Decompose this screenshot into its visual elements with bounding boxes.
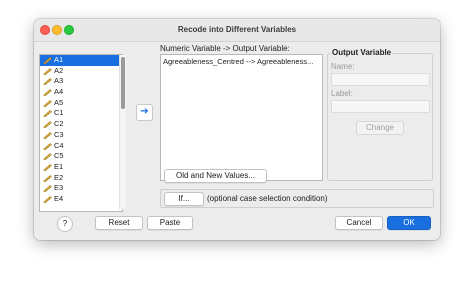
ruler-scale-icon <box>43 121 52 129</box>
source-variable-list[interactable]: A1 A2 A3 A4 A5 C1 C2 C3 C4 C5 E1 E2 E3 E4 <box>39 54 123 212</box>
change-button[interactable]: Change <box>356 121 404 135</box>
list-item[interactable]: A5 <box>40 98 122 109</box>
list-item[interactable]: E4 <box>40 194 122 205</box>
output-variable-group: Output Variable Name: Label: Change <box>327 48 433 181</box>
ruler-scale-icon <box>43 89 52 97</box>
output-variable-legend: Output Variable <box>331 48 393 57</box>
help-button[interactable]: ? <box>57 216 73 232</box>
ruler-scale-icon <box>43 174 52 182</box>
label-label: Label: <box>331 89 353 98</box>
ruler-scale-icon <box>43 153 52 161</box>
reset-button[interactable]: Reset <box>95 216 143 230</box>
variable-name: A5 <box>54 97 64 107</box>
recode-dialog: Recode into Different Variables A1 A2 A3 A4… <box>34 19 440 240</box>
variable-name: E2 <box>54 172 64 182</box>
list-item[interactable]: E3 <box>40 183 122 194</box>
variable-name: A4 <box>54 87 64 97</box>
scrollbar-thumb[interactable] <box>121 57 125 109</box>
ruler-scale-icon <box>43 163 52 171</box>
window-title: Recode into Different Variables <box>177 25 297 34</box>
list-item[interactable]: C2 <box>40 119 122 130</box>
ruler-scale-icon <box>43 78 52 86</box>
list-item[interactable]: A3 <box>40 76 122 87</box>
arrow-right-icon: ➔ <box>140 106 149 117</box>
variable-name: A2 <box>54 65 64 75</box>
ruler-scale-icon <box>43 131 52 139</box>
move-variable-button[interactable]: ➔ <box>136 104 153 121</box>
numeric-variable-list[interactable]: Agreeableness_Centred --> Agreeableness.… <box>160 54 323 181</box>
list-item[interactable]: Agreeableness_Centred --> Agreeableness.… <box>161 55 322 68</box>
variable-name: C1 <box>54 108 64 118</box>
ruler-scale-icon <box>43 99 52 107</box>
ruler-scale-icon <box>43 110 52 118</box>
list-item[interactable]: C3 <box>40 130 122 141</box>
old-and-new-values-button[interactable]: Old and New Values... <box>164 169 267 183</box>
if-condition-text: (optional case selection condition) <box>207 194 328 203</box>
list-item[interactable]: A2 <box>40 66 122 77</box>
paste-button[interactable]: Paste <box>147 216 193 230</box>
list-item[interactable]: A4 <box>40 87 122 98</box>
variable-name: C2 <box>54 119 64 129</box>
ruler-scale-icon <box>43 57 52 64</box>
ruler-scale-icon <box>43 142 52 150</box>
variable-name: E1 <box>54 161 64 171</box>
ruler-scale-icon <box>43 67 52 75</box>
numeric-variable-label: Numeric Variable -> Output Variable: <box>160 44 290 53</box>
variable-name: C4 <box>54 140 64 150</box>
list-item[interactable]: C5 <box>40 151 122 162</box>
list-item[interactable]: E1 <box>40 162 122 173</box>
cancel-button[interactable]: Cancel <box>335 216 383 230</box>
variable-name: A3 <box>54 76 64 86</box>
ruler-scale-icon <box>43 195 52 203</box>
name-field[interactable] <box>331 73 430 86</box>
variable-list-scrollbar[interactable] <box>119 55 126 209</box>
if-button[interactable]: If... <box>164 192 204 206</box>
ruler-scale-icon <box>43 185 52 193</box>
variable-name: A1 <box>54 55 64 64</box>
variable-name: C3 <box>54 129 64 139</box>
list-item[interactable]: C1 <box>40 108 122 119</box>
list-item[interactable]: A1 <box>40 55 122 66</box>
title-bar: Recode into Different Variables <box>34 19 440 42</box>
variable-name: C5 <box>54 151 64 161</box>
if-condition-group: If... (optional case selection condition… <box>160 189 434 208</box>
ok-button[interactable]: OK <box>387 216 431 230</box>
name-label: Name: <box>331 62 355 71</box>
variable-name: E4 <box>54 193 64 203</box>
list-item[interactable]: C4 <box>40 141 122 152</box>
label-field[interactable] <box>331 100 430 113</box>
list-item[interactable]: E2 <box>40 173 122 184</box>
variable-name: E3 <box>54 183 64 193</box>
